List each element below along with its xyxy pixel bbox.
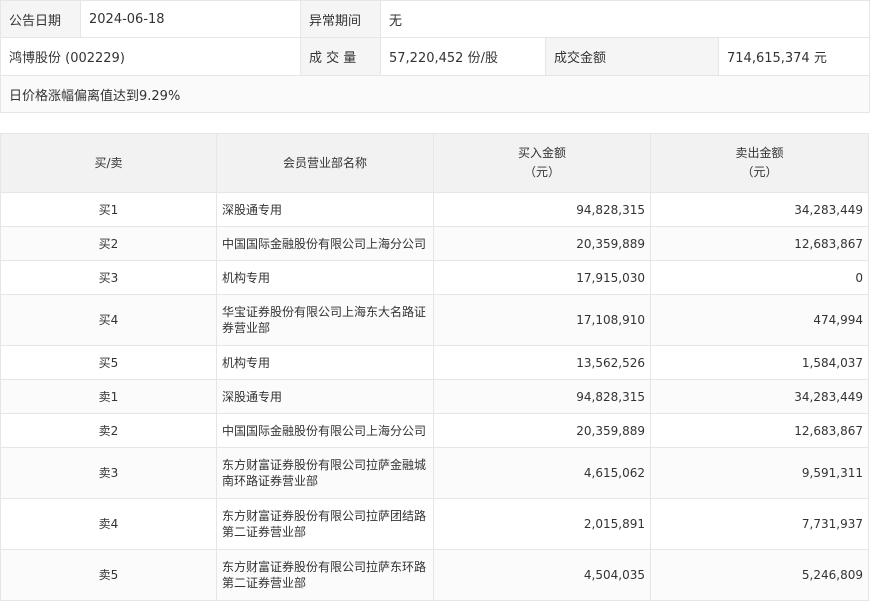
info-row-date: 公告日期 2024-06-18 异常期间 无 — [1, 1, 869, 38]
row-buy: 20,359,889 — [433, 413, 651, 448]
row-side: 卖3 — [0, 447, 217, 499]
row-side: 卖1 — [0, 379, 217, 414]
row-dept: 东方财富证券股份有限公司拉萨金融城南环路证券营业部 — [216, 447, 434, 499]
header-buy-line1: 买入金额 — [517, 146, 566, 160]
header-sell-line1: 卖出金额 — [735, 146, 784, 160]
row-sell: 474,994 — [650, 294, 869, 346]
row-buy: 2,015,891 — [433, 498, 651, 550]
row-buy: 94,828,315 — [433, 192, 651, 227]
info-row-trade: 鸿博股份 (002229) 成 交 量 57,220,452 份/股 成交金额 … — [1, 38, 869, 76]
announce-date-label: 公告日期 — [1, 1, 81, 37]
row-buy: 20,359,889 — [433, 226, 651, 261]
row-sell: 7,731,937 — [650, 498, 869, 550]
table-row: 买1 深股通专用 94,828,315 34,283,449 — [0, 192, 869, 227]
row-sell: 12,683,867 — [650, 226, 869, 261]
table-row: 买5 机构专用 13,562,526 1,584,037 — [0, 345, 869, 380]
row-dept: 东方财富证券股份有限公司拉萨团结路第二证券营业部 — [216, 498, 434, 550]
volume-value: 57,220,452 份/股 — [381, 38, 546, 75]
info-row-reason: 日价格涨幅偏离值达到9.29% — [1, 76, 869, 112]
table-row: 买2 中国国际金融股份有限公司上海分公司 20,359,889 12,683,8… — [0, 226, 869, 261]
row-sell: 12,683,867 — [650, 413, 869, 448]
row-dept: 机构专用 — [216, 345, 434, 380]
row-sell: 5,246,809 — [650, 549, 869, 601]
row-side: 买5 — [0, 345, 217, 380]
row-buy: 4,504,035 — [433, 549, 651, 601]
row-dept: 中国国际金融股份有限公司上海分公司 — [216, 226, 434, 261]
row-side: 买3 — [0, 260, 217, 295]
table-row: 卖2 中国国际金融股份有限公司上海分公司 20,359,889 12,683,8… — [0, 413, 869, 448]
row-sell: 34,283,449 — [650, 192, 869, 227]
row-side: 买4 — [0, 294, 217, 346]
volume-label: 成 交 量 — [301, 38, 381, 75]
table-row: 买3 机构专用 17,915,030 0 — [0, 260, 869, 295]
table-row: 卖1 深股通专用 94,828,315 34,283,449 — [0, 379, 869, 414]
row-buy: 4,615,062 — [433, 447, 651, 499]
stock-name: 鸿博股份 (002229) — [1, 38, 301, 75]
table-row: 卖3 东方财富证券股份有限公司拉萨金融城南环路证券营业部 4,615,062 9… — [0, 447, 869, 499]
row-side: 买2 — [0, 226, 217, 261]
row-side: 卖2 — [0, 413, 217, 448]
abnormal-period-value: 无 — [389, 13, 403, 29]
table-row: 买4 华宝证券股份有限公司上海东大名路证券营业部 17,108,910 474,… — [0, 294, 869, 346]
row-sell: 9,591,311 — [650, 447, 869, 499]
announce-date-value: 2024-06-18 — [81, 1, 301, 37]
abnormal-period-label: 异常期间 — [301, 1, 381, 37]
header-buy-amount: 买入金额 （元） — [433, 133, 651, 193]
row-buy: 13,562,526 — [433, 345, 651, 380]
row-dept: 华宝证券股份有限公司上海东大名路证券营业部 — [216, 294, 434, 346]
trading-seats-table: 买/卖 会员营业部名称 买入金额 （元） 卖出金额 （元） 买1 深股通专用 9… — [0, 133, 869, 601]
header-dept: 会员营业部名称 — [216, 133, 434, 193]
row-dept: 深股通专用 — [216, 192, 434, 227]
row-dept: 深股通专用 — [216, 379, 434, 414]
trading-seats-table-wrap: 买/卖 会员营业部名称 买入金额 （元） 卖出金额 （元） 买1 深股通专用 9… — [0, 133, 869, 601]
table-header-row: 买/卖 会员营业部名称 买入金额 （元） 卖出金额 （元） — [0, 133, 869, 193]
table-row: 卖4 东方财富证券股份有限公司拉萨团结路第二证券营业部 2,015,891 7,… — [0, 498, 869, 550]
amount-value: 714,615,374 元 — [727, 51, 827, 66]
row-sell: 0 — [650, 260, 869, 295]
table-row: 卖5 东方财富证券股份有限公司拉萨东环路第二证券营业部 4,504,035 5,… — [0, 549, 869, 601]
row-side: 卖4 — [0, 498, 217, 550]
listing-reason: 日价格涨幅偏离值达到9.29% — [9, 88, 181, 104]
row-buy: 17,108,910 — [433, 294, 651, 346]
row-sell: 34,283,449 — [650, 379, 869, 414]
stock-info-panel: 公告日期 2024-06-18 异常期间 无 鸿博股份 (002229) 成 交… — [0, 0, 870, 113]
row-buy: 17,915,030 — [433, 260, 651, 295]
row-dept: 中国国际金融股份有限公司上海分公司 — [216, 413, 434, 448]
row-dept: 东方财富证券股份有限公司拉萨东环路第二证券营业部 — [216, 549, 434, 601]
header-sell-line2: （元） — [741, 165, 778, 179]
row-side: 买1 — [0, 192, 217, 227]
header-sell-amount: 卖出金额 （元） — [650, 133, 869, 193]
row-side: 卖5 — [0, 549, 217, 601]
row-buy: 94,828,315 — [433, 379, 651, 414]
header-buy-line2: （元） — [523, 165, 560, 179]
row-dept: 机构专用 — [216, 260, 434, 295]
header-side: 买/卖 — [0, 133, 217, 193]
amount-label: 成交金额 — [546, 38, 719, 75]
row-sell: 1,584,037 — [650, 345, 869, 380]
